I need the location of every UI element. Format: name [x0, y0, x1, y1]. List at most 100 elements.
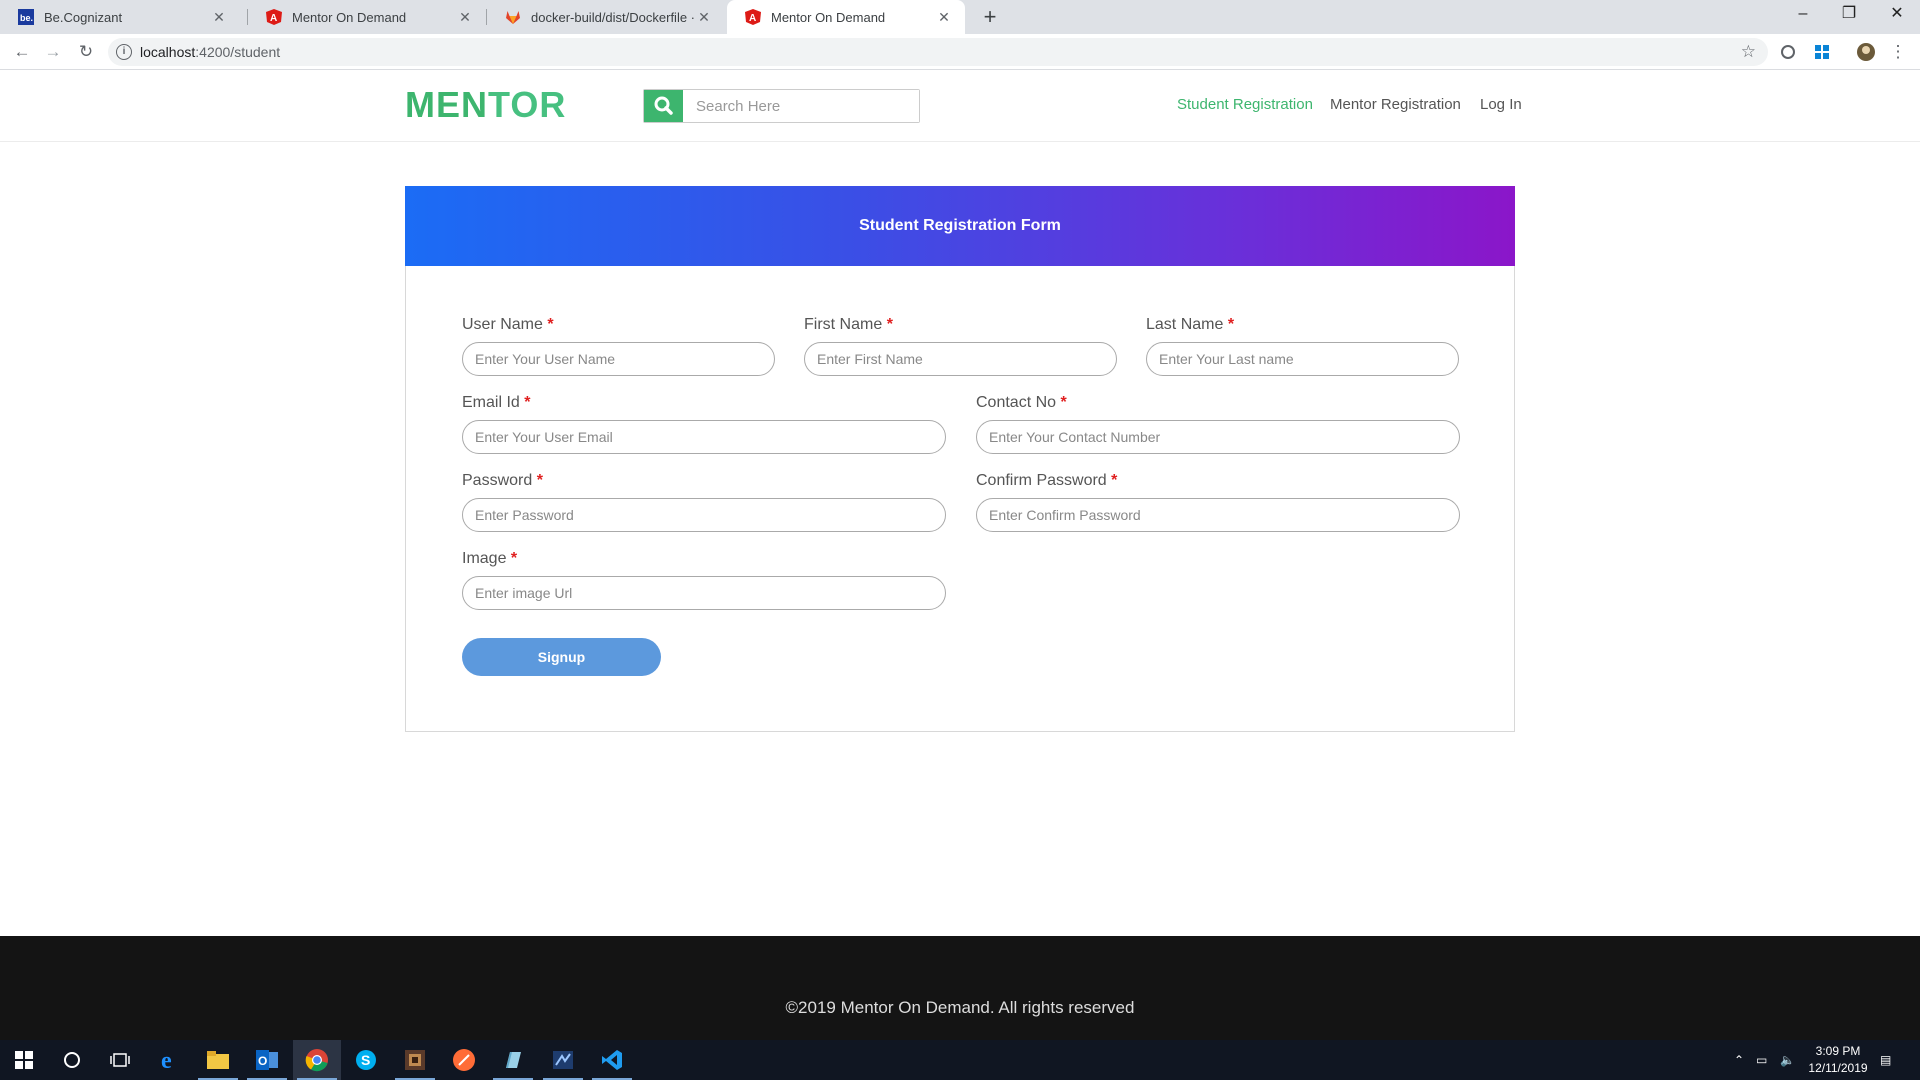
tab-title: Mentor On Demand — [292, 9, 407, 25]
password-label: Password * — [462, 472, 543, 489]
volume-icon[interactable]: 🔈 — [1780, 1040, 1795, 1080]
nav-mentor-registration[interactable]: Mentor Registration — [1330, 96, 1461, 113]
user-name-label: User Name * — [462, 316, 554, 333]
user-name-input[interactable] — [462, 342, 775, 376]
show-hidden-icons-icon[interactable]: ⌃ — [1734, 1040, 1744, 1080]
email-input[interactable] — [462, 420, 946, 454]
file-explorer-icon[interactable] — [194, 1040, 242, 1080]
nav-student-registration[interactable]: Student Registration — [1177, 96, 1313, 113]
user-name-field: User Name * — [462, 316, 775, 376]
cortana-search-icon[interactable] — [48, 1040, 96, 1080]
postman-icon[interactable] — [440, 1040, 488, 1080]
forward-arrow-icon[interactable]: → — [41, 40, 65, 64]
site-info-icon[interactable]: i — [116, 44, 132, 60]
site-footer: ©2019 Mentor On Demand. All rights reser… — [0, 936, 1920, 1040]
svg-text:O: O — [258, 1054, 267, 1068]
first-name-input[interactable] — [804, 342, 1117, 376]
angular-favicon-icon: A — [745, 9, 761, 25]
confirm-password-field: Confirm Password * — [976, 472, 1460, 532]
new-tab-button[interactable]: + — [977, 4, 1003, 30]
edge-browser-icon[interactable]: e — [146, 1040, 194, 1080]
app-pixel-icon[interactable] — [391, 1040, 439, 1080]
password-field: Password * — [462, 472, 946, 532]
windows-start-icon[interactable] — [0, 1040, 48, 1080]
tab-close-icon[interactable]: ✕ — [456, 9, 474, 26]
contact-label: Contact No * — [976, 394, 1067, 411]
address-host: localhost — [140, 44, 196, 60]
profile-avatar-icon[interactable] — [1856, 42, 1876, 62]
footer-copyright: ©2019 Mentor On Demand. All rights reser… — [785, 998, 1135, 1017]
menu-dots-icon[interactable]: ⋮ — [1886, 40, 1910, 64]
action-center-icon[interactable]: ▤ — [1880, 1040, 1891, 1080]
image-field: Image * — [462, 550, 946, 610]
tab-close-icon[interactable]: ✕ — [210, 9, 228, 26]
form-title: Student Registration Form — [405, 186, 1515, 266]
back-arrow-icon[interactable]: ← — [10, 40, 34, 64]
tab-gitlab-dockerfile[interactable]: docker-build/dist/Dockerfile · ma ✕ — [487, 0, 725, 34]
site-navbar: MENTOR Student Registration Mentor Regis… — [0, 70, 1920, 142]
vscode-icon[interactable] — [588, 1040, 636, 1080]
last-name-field: Last Name * — [1146, 316, 1459, 376]
svg-text:A: A — [270, 13, 277, 24]
search-button[interactable] — [644, 90, 683, 122]
email-label: Email Id * — [462, 394, 531, 411]
tab-close-icon[interactable]: ✕ — [935, 9, 953, 26]
search-box — [643, 89, 920, 123]
image-label: Image * — [462, 550, 518, 567]
tab-mentor-on-demand-1[interactable]: A Mentor On Demand ✕ — [248, 0, 486, 34]
first-name-field: First Name * — [804, 316, 1117, 376]
be-cognizant-favicon-icon: be. — [18, 9, 34, 25]
tab-title: docker-build/dist/Dockerfile · ma — [531, 9, 695, 25]
extension-windows-icon[interactable] — [1812, 42, 1832, 62]
contact-field: Contact No * — [976, 394, 1460, 454]
outlook-icon[interactable]: O — [243, 1040, 291, 1080]
confirm-password-input[interactable] — [976, 498, 1460, 532]
registration-card: Student Registration Form User Name * Fi… — [405, 186, 1515, 732]
first-name-label: First Name * — [804, 316, 893, 333]
svg-text:be.: be. — [20, 13, 33, 23]
close-window-icon[interactable]: ✕ — [1874, 0, 1920, 30]
email-field: Email Id * — [462, 394, 946, 454]
bookmark-star-icon[interactable]: ☆ — [1741, 38, 1756, 66]
skype-icon[interactable]: S — [342, 1040, 390, 1080]
task-view-icon[interactable] — [96, 1040, 144, 1080]
svg-text:e: e — [161, 1048, 172, 1072]
gitlab-favicon-icon — [506, 11, 520, 24]
system-clock[interactable]: 3:09 PM 12/11/2019 — [1800, 1043, 1876, 1077]
notes-app-icon[interactable] — [489, 1040, 537, 1080]
confirm-password-label: Confirm Password * — [976, 472, 1118, 489]
extension-circle-icon[interactable] — [1778, 42, 1798, 62]
clock-date: 12/11/2019 — [1808, 1061, 1868, 1075]
search-icon — [654, 96, 673, 115]
clock-time: 3:09 PM — [1815, 1044, 1861, 1058]
windows-taskbar: e O S ⌃ ▭ 🔈 3:09 PM 12/11/2019 ▤ — [0, 1040, 1920, 1080]
tab-mentor-on-demand-active[interactable]: A Mentor On Demand ✕ — [727, 0, 965, 34]
restore-icon[interactable]: ❐ — [1826, 0, 1872, 30]
browser-toolbar: ← → ↻ i localhost:4200/student ☆ ⋮ — [0, 34, 1920, 70]
image-url-input[interactable] — [462, 576, 946, 610]
search-input[interactable] — [684, 90, 919, 122]
password-input[interactable] — [462, 498, 946, 532]
reload-icon[interactable]: ↻ — [74, 40, 98, 64]
address-path: :4200/student — [195, 44, 281, 60]
angular-favicon-icon: A — [266, 9, 282, 25]
tab-be-cognizant[interactable]: be. Be.Cognizant ✕ — [0, 0, 240, 34]
tab-title: Mentor On Demand — [771, 9, 886, 25]
browser-tab-strip: be. Be.Cognizant ✕ A Mentor On Demand ✕ … — [0, 0, 1920, 34]
nav-log-in[interactable]: Log In — [1480, 96, 1522, 113]
network-icon[interactable]: ▭ — [1756, 1040, 1767, 1080]
minimize-icon[interactable]: – — [1780, 0, 1826, 30]
tab-title: Be.Cognizant — [44, 9, 123, 25]
contact-input[interactable] — [976, 420, 1460, 454]
web-page: MENTOR Student Registration Mentor Regis… — [0, 70, 1920, 1080]
tab-close-icon[interactable]: ✕ — [695, 9, 713, 26]
svg-text:S: S — [361, 1052, 370, 1068]
chrome-icon[interactable] — [293, 1040, 341, 1080]
last-name-label: Last Name * — [1146, 316, 1235, 333]
site-logo[interactable]: MENTOR — [405, 84, 566, 126]
address-bar[interactable]: i localhost:4200/student ☆ — [108, 38, 1768, 66]
last-name-input[interactable] — [1146, 342, 1459, 376]
svg-text:A: A — [749, 13, 756, 24]
sql-server-icon[interactable] — [539, 1040, 587, 1080]
signup-button[interactable]: Signup — [462, 638, 661, 676]
